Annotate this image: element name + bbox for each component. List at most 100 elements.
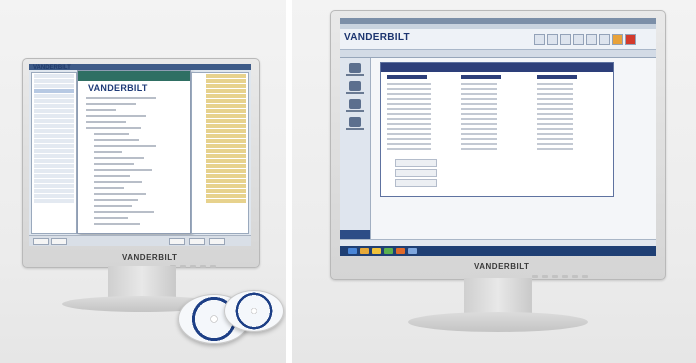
- left-monitor-screen: VANDERBILT VANDERBILT: [29, 64, 251, 246]
- list-row: [34, 154, 74, 158]
- list-row: [34, 189, 74, 193]
- grid-cell: [206, 144, 246, 148]
- report-line: [94, 181, 142, 183]
- report-line: [86, 127, 141, 129]
- grid-cell: [206, 129, 246, 133]
- panel-line: [461, 88, 497, 90]
- report-line: [94, 139, 139, 141]
- panel-section-header: [461, 75, 501, 79]
- list-row: [34, 74, 74, 78]
- panel-line: [537, 83, 573, 85]
- panel-line: [387, 143, 431, 145]
- panel-line: [537, 98, 573, 100]
- grid-cell: [206, 174, 246, 178]
- grid-cell: [206, 119, 246, 123]
- list-row: [34, 139, 74, 143]
- left-list-logo: VANDERBILT: [33, 65, 71, 71]
- panel-line: [387, 83, 431, 85]
- report-line: [86, 115, 146, 117]
- panel-line: [461, 148, 497, 150]
- right-screen-logo: VANDERBILT: [344, 32, 410, 43]
- panel-line: [387, 123, 431, 125]
- report-line: [94, 205, 132, 207]
- report-line: [94, 169, 152, 171]
- grid-cell: [206, 94, 246, 98]
- report-line: [94, 193, 146, 195]
- grid-cell: [206, 99, 246, 103]
- panel-line: [537, 93, 573, 95]
- grid-cell: [206, 199, 246, 203]
- right-screen-taskbar: [340, 246, 656, 256]
- list-row: [34, 194, 74, 198]
- list-row: [34, 119, 74, 123]
- panel-line: [461, 103, 497, 105]
- panel-section-header: [537, 75, 577, 79]
- grid-cell: [206, 79, 246, 83]
- grid-cell: [206, 164, 246, 168]
- panel-section-header: [387, 75, 427, 79]
- left-report-logo: VANDERBILT: [88, 83, 148, 93]
- right-screen-nav: [340, 58, 371, 240]
- right-monitor-brand: VANDERBILT: [474, 262, 530, 271]
- list-row: [34, 104, 74, 108]
- panel-line: [387, 133, 431, 135]
- list-row: [34, 149, 74, 153]
- right-monitor-base: [408, 312, 588, 332]
- report-line: [86, 109, 116, 111]
- panel-line: [387, 93, 431, 95]
- list-row: [34, 169, 74, 173]
- panel-line: [387, 138, 431, 140]
- panel-line: [461, 123, 497, 125]
- list-row: [34, 199, 74, 203]
- panel-line: [537, 133, 573, 135]
- panel-line: [461, 128, 497, 130]
- panel-line: [461, 113, 497, 115]
- panel-line: [387, 113, 431, 115]
- right-panel-title: [381, 63, 613, 72]
- list-row: [34, 99, 74, 103]
- panel-button: [395, 169, 437, 177]
- panel-line: [387, 108, 431, 110]
- panel-line: [537, 88, 573, 90]
- report-line: [94, 175, 130, 177]
- list-row: [34, 94, 74, 98]
- list-row: [34, 164, 74, 168]
- left-product-photo: VANDERBILT VANDERBILT VANDERBILT: [0, 0, 286, 363]
- grid-cell: [206, 89, 246, 93]
- panel-line: [387, 118, 431, 120]
- grid-cell: [206, 194, 246, 198]
- right-monitor-screen: VANDERBILT: [340, 18, 656, 256]
- grid-cell: [206, 184, 246, 188]
- panel-line: [537, 113, 573, 115]
- report-line: [94, 163, 134, 165]
- report-line: [94, 199, 138, 201]
- list-row: [34, 109, 74, 113]
- right-screen-status-panel: [380, 62, 614, 197]
- panel-line: [537, 128, 573, 130]
- panel-line: [461, 133, 497, 135]
- report-line: [94, 223, 140, 225]
- list-row: [34, 159, 74, 163]
- list-row: [34, 134, 74, 138]
- left-monitor-buttons: [170, 255, 220, 268]
- report-line: [86, 121, 126, 123]
- grid-cell: [206, 169, 246, 173]
- panel-line: [387, 103, 431, 105]
- panel-line: [461, 93, 497, 95]
- cd-disc-back: [224, 290, 284, 332]
- left-screen-list: [31, 72, 77, 234]
- panel-line: [537, 123, 573, 125]
- grid-cell: [206, 104, 246, 108]
- list-row: [34, 84, 74, 88]
- list-row: [34, 184, 74, 188]
- grid-cell: [206, 114, 246, 118]
- panel-line: [461, 138, 497, 140]
- right-screen-tabs: [340, 50, 656, 58]
- list-row: [34, 144, 74, 148]
- panel-line: [387, 88, 431, 90]
- panel-line: [537, 103, 573, 105]
- list-row: [34, 89, 74, 93]
- panel-line: [537, 143, 573, 145]
- grid-cell: [206, 149, 246, 153]
- grid-cell: [206, 154, 246, 158]
